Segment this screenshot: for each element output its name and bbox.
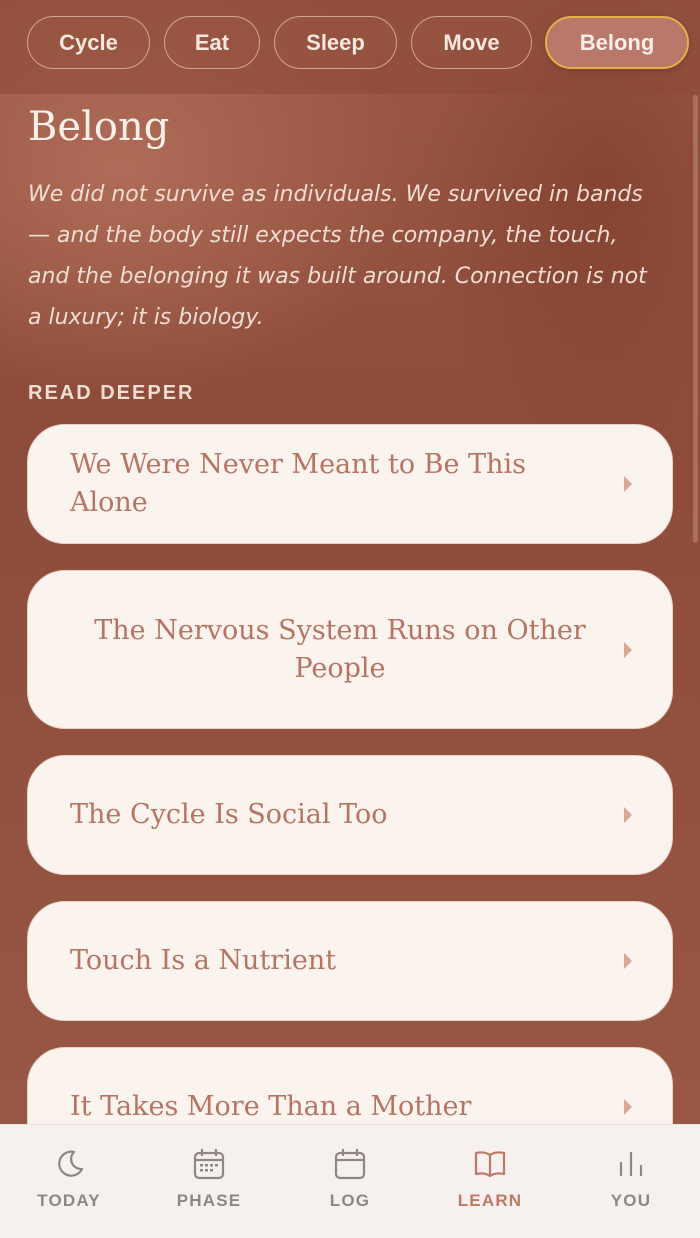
chevron-right-icon bbox=[624, 476, 632, 492]
article-title: It Takes More Than a Mother bbox=[70, 1091, 472, 1122]
article-title: The Cycle Is Social Too bbox=[70, 799, 388, 830]
calendar-icon bbox=[334, 1149, 366, 1180]
article-title: Touch Is a Nutrient bbox=[70, 945, 337, 976]
article-title: The Nervous System Runs on Other People bbox=[94, 614, 586, 684]
tab-label: LOG bbox=[329, 1191, 371, 1210]
tab-today[interactable]: TODAY bbox=[0, 1125, 139, 1238]
calendar-grid-icon bbox=[193, 1149, 225, 1180]
tab-you[interactable]: YOU bbox=[561, 1125, 700, 1238]
tab-label: LEARN bbox=[457, 1191, 523, 1210]
chevron-right-icon bbox=[624, 807, 632, 823]
tab-phase[interactable]: PHASE bbox=[139, 1125, 279, 1238]
moon-icon bbox=[58, 1150, 84, 1177]
tab-label: TODAY bbox=[37, 1191, 101, 1210]
tab-log[interactable]: LOG bbox=[280, 1125, 420, 1238]
nav-pill-eat[interactable]: Eat bbox=[164, 16, 260, 69]
tab-label: YOU bbox=[610, 1191, 652, 1210]
section-heading: READ DEEPER bbox=[28, 382, 195, 404]
bottom-tab-bar: TODAY PHASE LOG LEARN YOU bbox=[0, 1124, 700, 1238]
scrollbar[interactable] bbox=[693, 95, 698, 543]
nav-pill-move[interactable]: Move bbox=[411, 16, 532, 69]
article-card[interactable]: We Were Never Meant to Be This Alone bbox=[27, 424, 673, 544]
nav-pill-cycle[interactable]: Cycle bbox=[27, 16, 150, 69]
article-card[interactable]: The Nervous System Runs on Other People bbox=[27, 570, 673, 729]
article-title: We Were Never Meant to Be This Alone bbox=[70, 449, 526, 518]
chevron-right-icon bbox=[624, 1099, 632, 1115]
chevron-right-icon bbox=[624, 953, 632, 969]
bar-chart-icon bbox=[619, 1151, 643, 1177]
tab-label: PHASE bbox=[176, 1191, 242, 1210]
nav-pill-belong[interactable]: Belong bbox=[545, 16, 689, 69]
article-card[interactable]: The Cycle Is Social Too bbox=[27, 755, 673, 875]
page-title: Belong bbox=[28, 104, 170, 150]
intro-text: We did not survive as individuals. We su… bbox=[28, 182, 647, 330]
book-icon bbox=[474, 1151, 506, 1178]
article-card[interactable]: Touch Is a Nutrient bbox=[27, 901, 673, 1021]
nav-pill-sleep[interactable]: Sleep bbox=[274, 16, 397, 69]
chevron-right-icon bbox=[624, 641, 632, 658]
tab-learn[interactable]: LEARN bbox=[420, 1125, 560, 1238]
